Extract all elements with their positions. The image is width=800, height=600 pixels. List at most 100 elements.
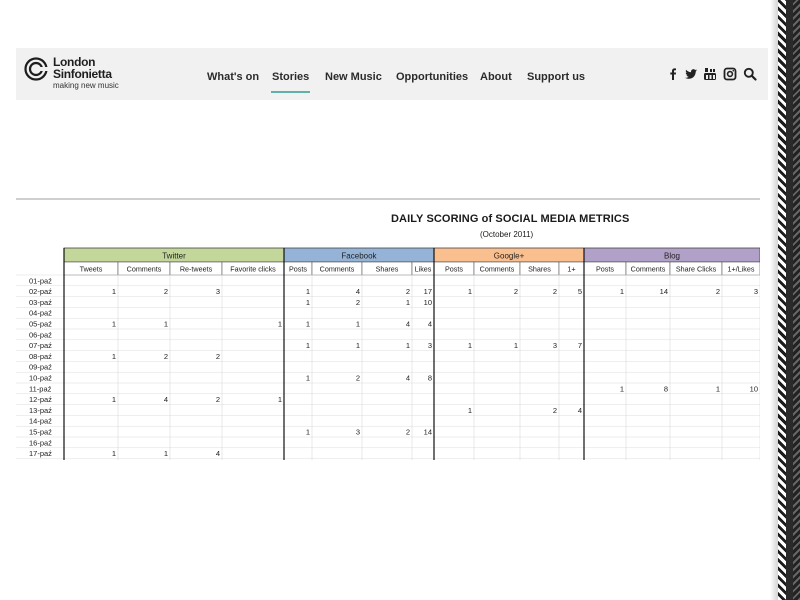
table-cell-value: 3 (754, 287, 758, 296)
group-header-label: Google+ (494, 252, 525, 261)
row-date-label: 07-paź (29, 341, 52, 350)
table-cell-value: 2 (216, 352, 220, 361)
column-header-label: Re-tweets (180, 265, 213, 274)
facebook-icon[interactable] (666, 67, 680, 81)
table-cell-value: 3 (216, 287, 220, 296)
row-date-label: 16-paź (29, 438, 52, 447)
column-header-label: Posts (596, 265, 614, 274)
logo-tagline: making new music (53, 81, 119, 90)
nav-stories[interactable]: Stories (270, 71, 311, 93)
column-header-label: Shares (376, 265, 399, 274)
metrics-spreadsheet: DAILY SCORING of SOCIAL MEDIA METRICS (O… (16, 200, 760, 460)
table-cell-value: 2 (356, 374, 360, 383)
table-cell-value: 4 (356, 287, 360, 296)
table-cell-value: 1 (514, 341, 518, 350)
logo[interactable]: London Sinfonietta making new music (24, 55, 134, 95)
table-cell-value: 2 (356, 298, 360, 307)
table-cell-value: 4 (428, 320, 432, 329)
table-cell-value: 4 (216, 449, 220, 458)
logo-mark-icon (24, 57, 48, 81)
table-cell-value: 14 (424, 428, 432, 437)
table-cell-value: 1 (620, 384, 624, 393)
group-header-label: Facebook (341, 252, 377, 261)
row-date-label: 01-paź (29, 276, 52, 285)
column-header-label: Likes (415, 265, 432, 274)
table-cell-value: 1 (306, 298, 310, 307)
column-header-label: Share Clicks (676, 265, 717, 274)
table-cell-value: 8 (664, 384, 668, 393)
page-edge-shadow (770, 0, 778, 600)
row-date-label: 09-paź (29, 363, 52, 372)
table-cell-value: 4 (406, 320, 410, 329)
table-cell-value: 7 (578, 341, 582, 350)
table-cell-value: 1 (406, 341, 410, 350)
table-cell-value: 10 (750, 384, 758, 393)
table-cell-value: 1 (306, 320, 310, 329)
row-date-label: 05-paź (29, 320, 52, 329)
table-cell-value: 2 (164, 352, 168, 361)
table-cell-value: 1 (112, 352, 116, 361)
youtube-icon[interactable] (703, 67, 717, 81)
instagram-icon[interactable] (723, 67, 737, 81)
column-header-label: Comments (320, 265, 355, 274)
search-icon[interactable] (743, 67, 757, 81)
twitter-icon[interactable] (684, 67, 698, 81)
table-cell-value: 4 (578, 406, 582, 415)
row-date-label: 04-paź (29, 309, 52, 318)
column-header-label: 1+ (567, 265, 575, 274)
table-cell-value: 1 (356, 341, 360, 350)
table-cell-value: 3 (428, 341, 432, 350)
row-date-label: 11-paź (29, 384, 52, 393)
group-header-label: Blog (664, 252, 680, 261)
nav-support-us[interactable]: Support us (527, 71, 585, 84)
table-cell-value: 1 (468, 287, 472, 296)
column-header-label: Favorite clicks (230, 265, 276, 274)
column-header-label: Tweets (80, 265, 103, 274)
table-cell-value: 4 (164, 395, 168, 404)
row-date-label: 03-paź (29, 298, 52, 307)
table-cell-value: 2 (406, 287, 410, 296)
table-cell-value: 1 (468, 406, 472, 415)
table-cell-value: 1 (406, 298, 410, 307)
nav-about[interactable]: About (480, 71, 512, 84)
row-date-label: 15-paź (29, 428, 52, 437)
nav-whats-on[interactable]: What's on (207, 71, 259, 84)
row-date-label: 10-paź (29, 374, 52, 383)
row-date-label: 17-paź (29, 449, 52, 458)
table-cell-value: 1 (112, 320, 116, 329)
table-cell-value: 1 (356, 320, 360, 329)
column-header-label: Comments (631, 265, 666, 274)
table-cell-value: 17 (424, 287, 432, 296)
group-header-label: Twitter (162, 252, 186, 261)
table-cell-value: 1 (164, 320, 168, 329)
column-header-label: Posts (289, 265, 307, 274)
table-cell-value: 2 (553, 406, 557, 415)
table-cell-value: 2 (164, 287, 168, 296)
column-header-label: Comments (127, 265, 162, 274)
table-cell-value: 2 (553, 287, 557, 296)
nav-opportunities[interactable]: Opportunities (396, 71, 468, 84)
column-header-label: Comments (480, 265, 515, 274)
nav-new-music[interactable]: New Music (325, 71, 382, 84)
table-cell-value: 1 (620, 287, 624, 296)
table-cell-value: 1 (164, 449, 168, 458)
row-date-label: 12-paź (29, 395, 52, 404)
table-cell-value: 1 (306, 287, 310, 296)
metrics-table: Twitter Facebook Google+ Blog Tweets Comments… (16, 247, 760, 460)
table-cell-value: 1 (306, 341, 310, 350)
table-cell-value: 8 (428, 374, 432, 383)
table-cell-value: 1 (468, 341, 472, 350)
table-cell-value: 1 (306, 374, 310, 383)
decorative-zigzag-border (778, 0, 800, 600)
row-date-label: 02-paź (29, 287, 52, 296)
table-cell-value: 4 (406, 374, 410, 383)
table-cell-value: 1 (278, 320, 282, 329)
column-header-label: 1+/Likes (728, 265, 755, 274)
table-cell-value: 2 (716, 287, 720, 296)
table-cell-value: 10 (424, 298, 432, 307)
logo-text-line2: Sinfonietta (53, 67, 112, 81)
table-cell-value: 1 (278, 395, 282, 404)
table-cell-value: 2 (514, 287, 518, 296)
table-cell-value: 2 (406, 428, 410, 437)
row-date-label: 13-paź (29, 406, 52, 415)
